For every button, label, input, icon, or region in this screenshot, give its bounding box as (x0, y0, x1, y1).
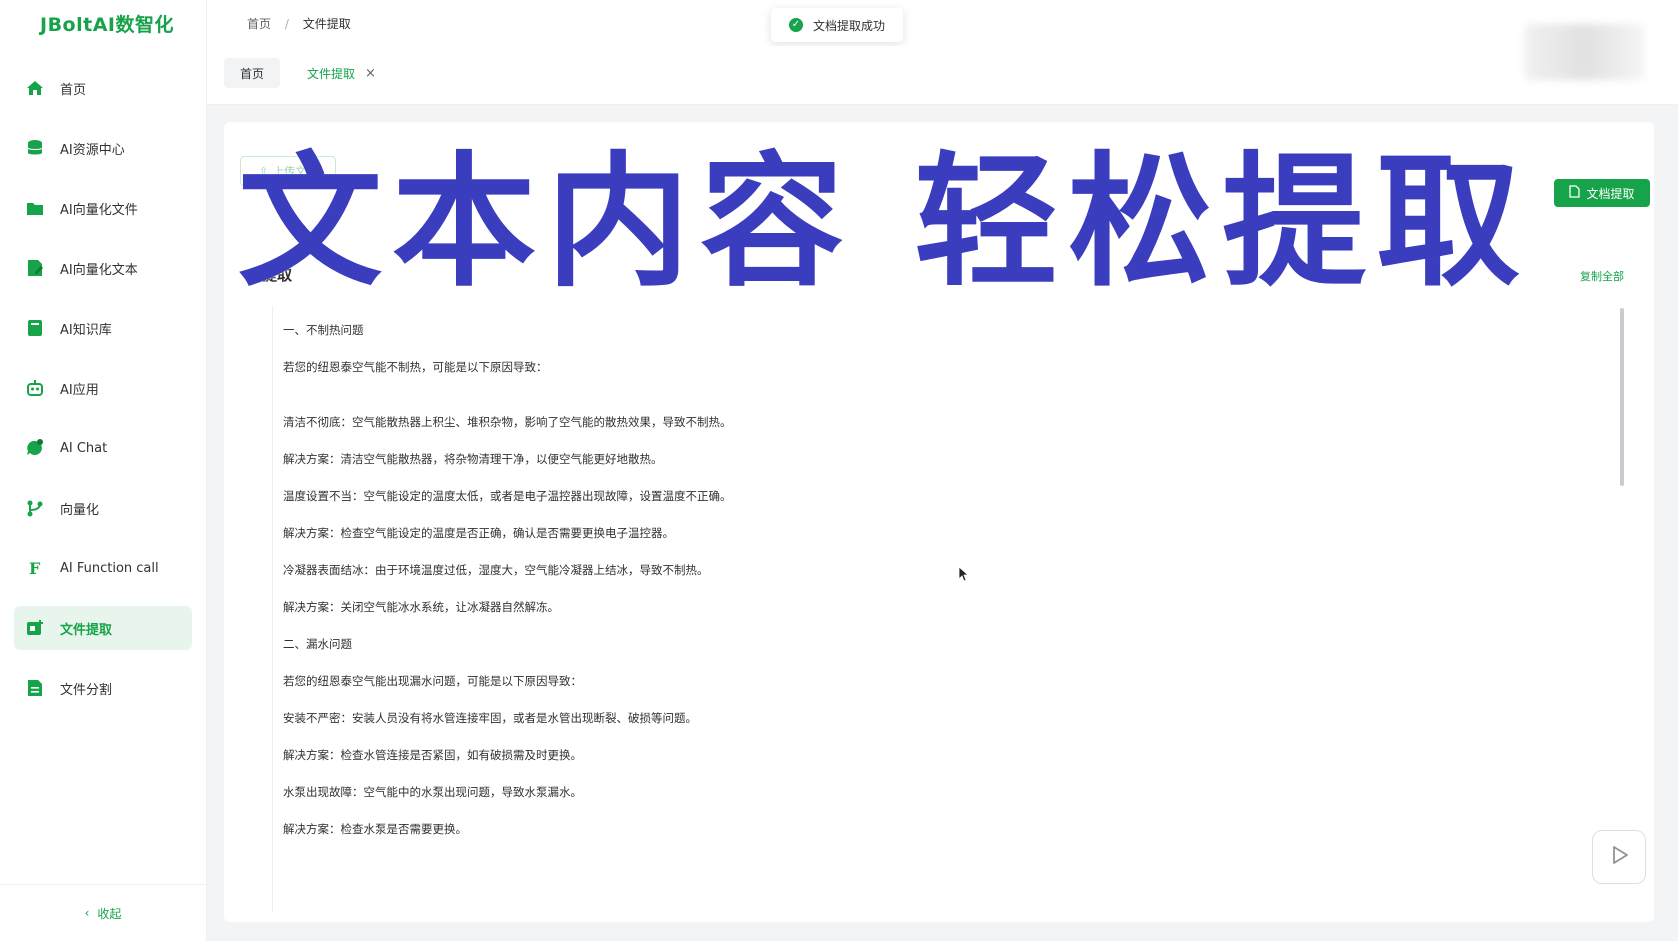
text-line: 温度设置不当：空气能设定的温度太低，或者是电子温控器出现故障，设置温度不正确。 (283, 489, 732, 503)
tab-bar: 首页 文件提取 × (207, 46, 1678, 105)
check-circle-icon: ✓ (789, 18, 803, 32)
tab-home[interactable]: 首页 (224, 58, 281, 88)
text-line: 解决方案：检查水管连接是否紧固，如有破损需及时更换。 (283, 748, 582, 762)
close-icon[interactable]: × (365, 66, 376, 81)
book-icon (26, 318, 52, 338)
sidebar-item-ai-knowledge[interactable]: AI知识库 (14, 306, 192, 350)
tab-file-extract[interactable]: 文件提取 × (291, 58, 392, 88)
sidebar-item-label: AI Function call (60, 560, 159, 576)
tab-label: 文件提取 (307, 66, 356, 81)
text-line: 解决方案：检查水泵是否需要更换。 (283, 822, 467, 836)
svg-text:F: F (29, 559, 41, 577)
text-line: 冷凝器表面结冰：由于环境温度过低，湿度大，空气能冷凝器上结冰，导致不制热。 (283, 563, 709, 577)
extract-document-button[interactable]: 文档提取 (1554, 179, 1650, 207)
mouse-cursor-icon (958, 566, 970, 586)
sidebar-collapse-button[interactable]: ‹ 收起 (0, 884, 206, 941)
text-line: 水泵出现故障：空气能中的水泵出现问题，导致水泵漏水。 (283, 785, 582, 799)
play-icon (1608, 844, 1630, 870)
sidebar: JBoltAI数智化 首页 AI资源中心 AI向量化文件 AI向量化文本 AI知… (0, 0, 207, 941)
success-toast: ✓ 文档提取成功 (771, 8, 904, 42)
toast-message: 文档提取成功 (813, 18, 886, 33)
tab-label: 首页 (240, 66, 265, 81)
sidebar-item-label: AI资源中心 (60, 142, 125, 158)
sidebar-item-label: AI Chat (60, 440, 108, 456)
sidebar-item-vectorize[interactable]: 向量化 (14, 486, 192, 530)
sidebar-item-ai-vector-files[interactable]: AI向量化文件 (14, 186, 192, 230)
robot-icon (26, 378, 52, 398)
sidebar-item-ai-vector-text[interactable]: AI向量化文本 (14, 246, 192, 290)
sidebar-item-label: AI向量化文本 (60, 262, 138, 278)
sidebar-item-function-call[interactable]: F AI Function call (14, 546, 192, 590)
sidebar-item-label: AI向量化文件 (60, 202, 138, 218)
sidebar-item-label: 文件提取 (60, 622, 113, 638)
avatar[interactable] (1524, 24, 1644, 80)
sidebar-item-file-extract[interactable]: 文件提取 (14, 606, 192, 650)
extracted-text-area[interactable]: 一、不制热问题 若您的纽恩泰空气能不制热，可能是以下原因导致： 清洁不彻底：空气… (272, 306, 1621, 912)
copy-all-link[interactable]: 复制全部 (1580, 268, 1624, 284)
text-line: 一、不制热问题 (283, 323, 364, 337)
text-line: 解决方案：检查空气能设定的温度是否正确，确认是否需要更换电子温控器。 (283, 526, 674, 540)
play-button[interactable] (1592, 830, 1646, 884)
breadcrumb: 首页 / 文件提取 (247, 15, 351, 32)
text-line: 若您的纽恩泰空气能出现漏水问题，可能是以下原因导致： (283, 674, 582, 688)
breadcrumb-separator: / (284, 17, 289, 31)
text-line: 解决方案：清洁空气能散热器，将杂物清理干净，以便空气能更好地散热。 (283, 452, 663, 466)
sidebar-item-label: AI应用 (60, 382, 99, 398)
text-line: 清洁不彻底：空气能散热器上积尘、堆积杂物，影响了空气能的散热效果，导致不制热。 (283, 415, 732, 429)
chevron-left-icon: ‹ (84, 906, 90, 920)
top-header: 首页 / 文件提取 ✓ 文档提取成功 (207, 0, 1678, 46)
text-line: 安装不严密：安装人员没有将水管连接牢固，或者是水管出现断裂、破损等问题。 (283, 711, 697, 725)
sidebar-item-label: 文件分割 (60, 682, 113, 698)
app-logo[interactable]: JBoltAI数智化 (40, 10, 174, 37)
collapse-label: 收起 (97, 906, 122, 921)
file-extract-icon (26, 618, 52, 638)
breadcrumb-item-home[interactable]: 首页 (247, 17, 271, 31)
text-line: 若您的纽恩泰空气能不制热，可能是以下原因导致： (283, 360, 548, 374)
text-line: 二、漏水问题 (283, 637, 352, 651)
overlay-caption: 文本内容 轻松提取 (238, 138, 1531, 306)
document-edit-icon (26, 258, 52, 278)
sidebar-item-ai-chat[interactable]: AI Chat (14, 426, 192, 470)
sidebar-item-label: AI知识库 (60, 322, 112, 338)
home-icon (26, 78, 52, 98)
branch-icon (26, 498, 52, 518)
sidebar-item-ai-apps[interactable]: AI应用 (14, 366, 192, 410)
document-icon (1569, 185, 1581, 201)
scrollbar[interactable] (1620, 308, 1624, 486)
sidebar-item-label: 首页 (60, 82, 87, 98)
sidebar-menu: 首页 AI资源中心 AI向量化文件 AI向量化文本 AI知识库 AI应用 AI … (0, 66, 206, 726)
folder-icon (26, 198, 52, 218)
sidebar-item-home[interactable]: 首页 (14, 66, 192, 110)
sidebar-item-ai-resources[interactable]: AI资源中心 (14, 126, 192, 170)
file-split-icon (26, 678, 52, 698)
function-icon: F (26, 558, 52, 578)
chat-icon (26, 438, 52, 458)
breadcrumb-item-current: 文件提取 (302, 17, 351, 31)
text-line: 解决方案：关闭空气能冰水系统，让冰凝器自然解冻。 (283, 600, 559, 614)
database-icon (26, 138, 52, 158)
sidebar-item-file-split[interactable]: 文件分割 (14, 666, 192, 710)
extract-label: 文档提取 (1586, 186, 1635, 201)
sidebar-item-label: 向量化 (60, 502, 100, 518)
